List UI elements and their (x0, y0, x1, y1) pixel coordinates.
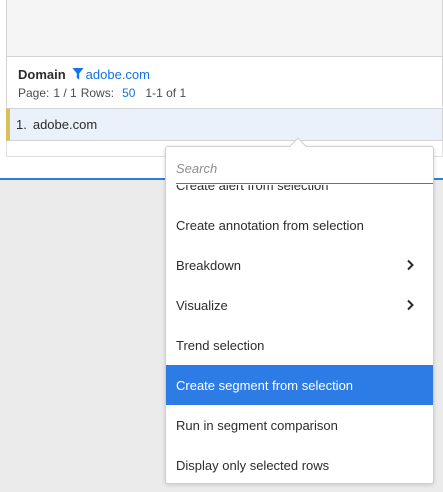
menu-item-trend-selection[interactable]: Trend selection (166, 325, 433, 365)
menu-item-label: Create annotation from selection (176, 217, 364, 233)
row-value: adobe.com (32, 117, 98, 132)
rows-label: Rows: (80, 86, 115, 100)
menu-item-label: Create segment from selection (176, 377, 354, 393)
menu-item-display-selected-rows[interactable]: Display only selected rows (166, 445, 433, 483)
dimension-title-row: Domain adobe.com (18, 65, 150, 83)
table-header-band (6, 0, 443, 57)
paging-row: Page: 1 / 1 Rows: 50 1-1 of 1 (18, 85, 186, 101)
menu-search-input[interactable] (176, 154, 433, 184)
menu-item-segment-comparison[interactable]: Run in segment comparison (166, 405, 433, 445)
chevron-right-icon (406, 299, 415, 311)
rows-per-page-select[interactable]: 50 (122, 86, 135, 100)
chevron-right-icon (406, 259, 415, 271)
dimension-title[interactable]: Domain (18, 67, 66, 82)
menu-item-label: Trend selection (176, 337, 265, 353)
table-row[interactable]: 1. adobe.com (6, 108, 443, 141)
row-index: 1. (16, 117, 27, 132)
page-label: Page: (18, 86, 50, 100)
menu-item-label: Run in segment comparison (176, 417, 338, 433)
context-menu: Create alert from selection Create annot… (165, 146, 434, 484)
menu-item-breakdown[interactable]: Breakdown (166, 245, 433, 285)
menu-item-create-annotation[interactable]: Create annotation from selection (166, 205, 433, 245)
menu-item-label: Display only selected rows (176, 457, 330, 473)
menu-item-visualize[interactable]: Visualize (166, 285, 433, 325)
menu-item-label: Breakdown (176, 257, 242, 273)
filter-value[interactable]: adobe.com (86, 67, 150, 82)
range-text: 1-1 of 1 (145, 86, 187, 100)
menu-item-label: Visualize (176, 297, 228, 313)
page-value: 1 / 1 (53, 86, 77, 100)
filter-icon[interactable] (72, 67, 84, 81)
menu-item-create-segment[interactable]: Create segment from selection (166, 365, 433, 405)
menu-list: Create alert from selection Create annot… (166, 165, 433, 483)
dimension-header: Domain adobe.com Page: 1 / 1 Rows: 50 1-… (6, 57, 443, 107)
